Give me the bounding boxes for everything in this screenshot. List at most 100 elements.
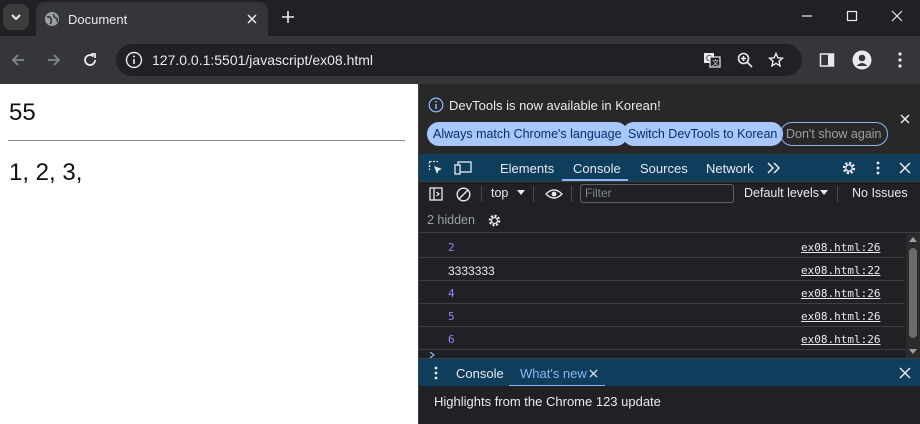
switch-korean-button[interactable]: Switch DevTools to Korean bbox=[622, 122, 784, 146]
device-icon bbox=[454, 161, 472, 175]
info-icon bbox=[428, 97, 444, 113]
avatar-icon bbox=[852, 50, 872, 70]
zoom-in-icon bbox=[737, 52, 753, 68]
sidebar-icon bbox=[429, 187, 443, 201]
scrollbar-thumb[interactable] bbox=[909, 248, 917, 338]
tab-sources[interactable]: Sources bbox=[640, 161, 688, 176]
tab-search-button[interactable] bbox=[3, 4, 29, 30]
maximize-button[interactable] bbox=[837, 4, 867, 28]
scroll-down-icon[interactable] bbox=[909, 349, 917, 354]
tab-elements[interactable]: Elements bbox=[500, 161, 554, 176]
hidden-count-label: 2 hidden bbox=[427, 213, 475, 227]
close-icon bbox=[247, 14, 257, 24]
toolbar-divider bbox=[533, 186, 534, 202]
live-expression-button[interactable] bbox=[545, 185, 563, 203]
log-source-link[interactable]: ex08.html:22 bbox=[801, 264, 880, 277]
drawer-tab-whats-new[interactable]: What's new bbox=[509, 359, 605, 387]
log-source-link[interactable]: ex08.html:26 bbox=[801, 333, 880, 346]
log-value: 6 bbox=[448, 333, 455, 346]
more-tabs-button[interactable] bbox=[765, 159, 783, 177]
page-output-text: 1, 2, 3, bbox=[9, 159, 83, 186]
reload-button[interactable] bbox=[80, 50, 100, 70]
drawer-tab-whats-new-label: What's new bbox=[520, 366, 587, 381]
chevron-double-right-icon bbox=[767, 162, 781, 174]
caret-down-icon[interactable] bbox=[820, 190, 828, 196]
devtools-menu-button[interactable] bbox=[869, 159, 887, 177]
gear-icon bbox=[488, 214, 500, 226]
match-language-button[interactable]: Always match Chrome's language bbox=[427, 122, 628, 146]
device-toolbar-button[interactable] bbox=[454, 159, 472, 177]
side-panel-button[interactable] bbox=[817, 50, 837, 70]
devtools-close-button[interactable] bbox=[896, 159, 914, 177]
infobar-message: DevTools is now available in Korean! bbox=[449, 98, 661, 113]
svg-text:文: 文 bbox=[712, 58, 719, 67]
forward-button[interactable] bbox=[44, 50, 64, 70]
more-vertical-icon bbox=[898, 52, 902, 68]
minimize-button[interactable] bbox=[792, 4, 822, 28]
tab-console[interactable]: Console bbox=[573, 161, 621, 176]
console-filter-input[interactable]: Filter bbox=[580, 184, 734, 203]
infobar-close-button[interactable] bbox=[897, 111, 913, 127]
log-source-link[interactable]: ex08.html:26 bbox=[801, 287, 880, 300]
browser-toolbar: 127.0.0.1:5501/javascript/ex08.html G文 bbox=[0, 36, 920, 84]
page-heading: 55 bbox=[9, 99, 36, 126]
maximize-icon bbox=[846, 10, 858, 22]
inspect-element-button[interactable] bbox=[427, 159, 445, 177]
log-levels-dropdown[interactable]: Default levels bbox=[744, 186, 819, 200]
scroll-up-icon[interactable] bbox=[909, 237, 917, 242]
new-tab-button[interactable] bbox=[278, 7, 298, 27]
tab-title: Document bbox=[68, 12, 128, 27]
drawer-menu-button[interactable] bbox=[427, 364, 445, 382]
devtools-tab-bar: Elements Console Sources Network bbox=[419, 154, 920, 182]
chevron-down-icon bbox=[11, 14, 21, 21]
log-source-link[interactable]: ex08.html:26 bbox=[801, 310, 880, 323]
toolbar-divider bbox=[837, 186, 838, 202]
reload-icon bbox=[84, 53, 96, 66]
inspect-icon bbox=[428, 160, 442, 174]
tab-close-button[interactable] bbox=[243, 10, 261, 28]
side-panel-icon bbox=[819, 53, 835, 67]
drawer-tab-bar: Console What's new bbox=[419, 358, 920, 387]
address-bar[interactable]: 127.0.0.1:5501/javascript/ex08.html G文 bbox=[116, 44, 802, 76]
whats-new-highlight: Highlights from the Chrome 123 update bbox=[434, 394, 661, 409]
console-settings-button[interactable] bbox=[485, 211, 503, 229]
clear-console-button[interactable] bbox=[454, 185, 472, 203]
close-icon bbox=[900, 114, 910, 124]
console-message: 5 ex08.html:26 bbox=[419, 304, 905, 327]
close-window-button[interactable] bbox=[882, 4, 912, 28]
tab-network[interactable]: Network bbox=[706, 161, 754, 176]
profile-button[interactable] bbox=[852, 50, 872, 70]
url-text[interactable]: 127.0.0.1:5501/javascript/ex08.html bbox=[152, 52, 373, 68]
log-source-link[interactable]: ex08.html:26 bbox=[801, 241, 880, 254]
devtools-panel: DevTools is now available in Korean! Alw… bbox=[418, 84, 920, 424]
close-icon bbox=[899, 367, 911, 379]
console-sidebar-button[interactable] bbox=[427, 185, 445, 203]
browser-tab[interactable]: Document bbox=[36, 2, 268, 36]
console-message: 6 ex08.html:26 bbox=[419, 327, 905, 350]
more-vertical-icon bbox=[434, 366, 438, 380]
close-icon[interactable] bbox=[589, 369, 598, 378]
site-info-icon[interactable] bbox=[125, 51, 143, 69]
drawer-close-button[interactable] bbox=[896, 364, 914, 382]
toolbar-divider bbox=[481, 186, 482, 202]
back-button[interactable] bbox=[8, 50, 28, 70]
context-selector-label[interactable]: top bbox=[491, 186, 508, 200]
caret-down-icon[interactable] bbox=[517, 190, 525, 196]
devtools-settings-button[interactable] bbox=[840, 159, 858, 177]
dont-show-again-button[interactable]: Don't show again bbox=[780, 122, 888, 146]
drawer-tab-console[interactable]: Console bbox=[456, 366, 504, 381]
horizontal-rule bbox=[8, 140, 405, 141]
tab-strip: Document bbox=[0, 0, 920, 36]
browser-menu-button[interactable] bbox=[890, 50, 910, 70]
issues-counter[interactable]: No Issues bbox=[852, 186, 908, 200]
hidden-messages-row: 2 hidden bbox=[419, 207, 920, 233]
console-message: 2 ex08.html:26 bbox=[419, 235, 905, 258]
plus-icon bbox=[282, 11, 294, 23]
zoom-button[interactable] bbox=[736, 51, 754, 69]
console-scrollbar[interactable] bbox=[906, 234, 920, 358]
bookmark-button[interactable] bbox=[767, 51, 785, 69]
log-value: 2 bbox=[448, 241, 455, 254]
close-icon bbox=[899, 162, 911, 174]
translate-button[interactable]: G文 bbox=[703, 51, 721, 69]
console-messages: 2 ex08.html:26 3333333 ex08.html:22 4 ex… bbox=[419, 234, 920, 358]
